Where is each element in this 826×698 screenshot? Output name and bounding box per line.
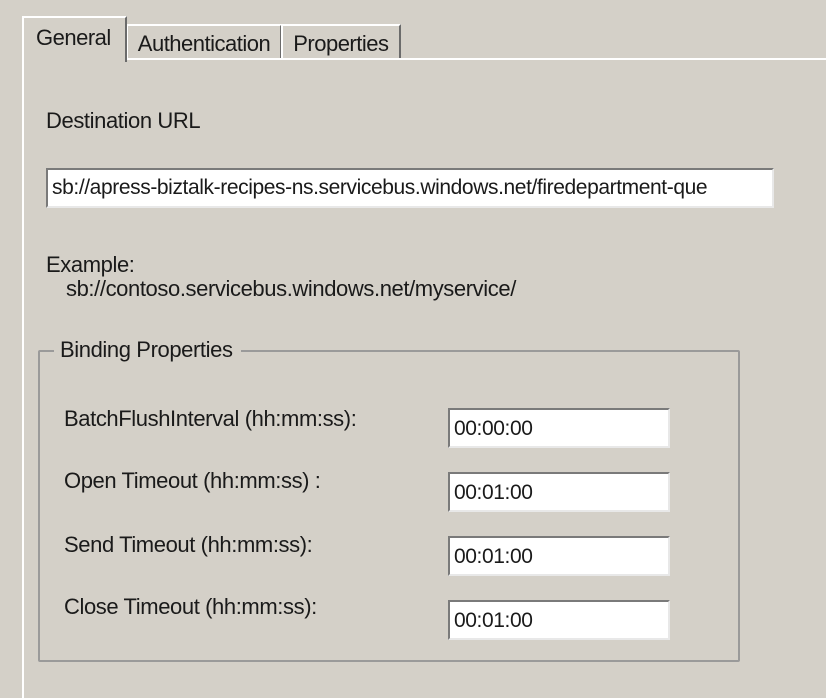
batch-flush-interval-label: BatchFlushInterval (hh:mm:ss): (64, 406, 357, 431)
example-label: Example: (46, 252, 135, 277)
tab-authentication[interactable]: Authentication (125, 24, 283, 60)
tab-properties[interactable]: Properties (281, 24, 401, 60)
destination-url-label: Destination URL (46, 108, 201, 133)
binding-properties-group: Binding Properties BatchFlushInterval (h… (38, 337, 740, 662)
close-timeout-label: Close Timeout (hh:mm:ss): (64, 594, 317, 619)
tab-general[interactable]: General (22, 16, 127, 62)
batch-flush-interval-input[interactable]: 00:00:00 (448, 408, 670, 448)
send-timeout-label: Send Timeout (hh:mm:ss): (64, 532, 313, 557)
destination-url-input[interactable]: sb://apress-biztalk-recipes-ns.servicebu… (46, 168, 774, 208)
tab-strip: General Authentication Properties (22, 12, 401, 62)
send-timeout-input[interactable]: 00:01:00 (448, 536, 670, 576)
open-timeout-input[interactable]: 00:01:00 (448, 472, 670, 512)
example-url-text: sb://contoso.servicebus.windows.net/myse… (66, 276, 516, 301)
adapter-properties-dialog: General Authentication Properties Destin… (0, 0, 826, 698)
open-timeout-label: Open Timeout (hh:mm:ss) : (64, 468, 321, 493)
close-timeout-input[interactable]: 00:01:00 (448, 600, 670, 640)
binding-properties-title: Binding Properties (54, 337, 241, 363)
